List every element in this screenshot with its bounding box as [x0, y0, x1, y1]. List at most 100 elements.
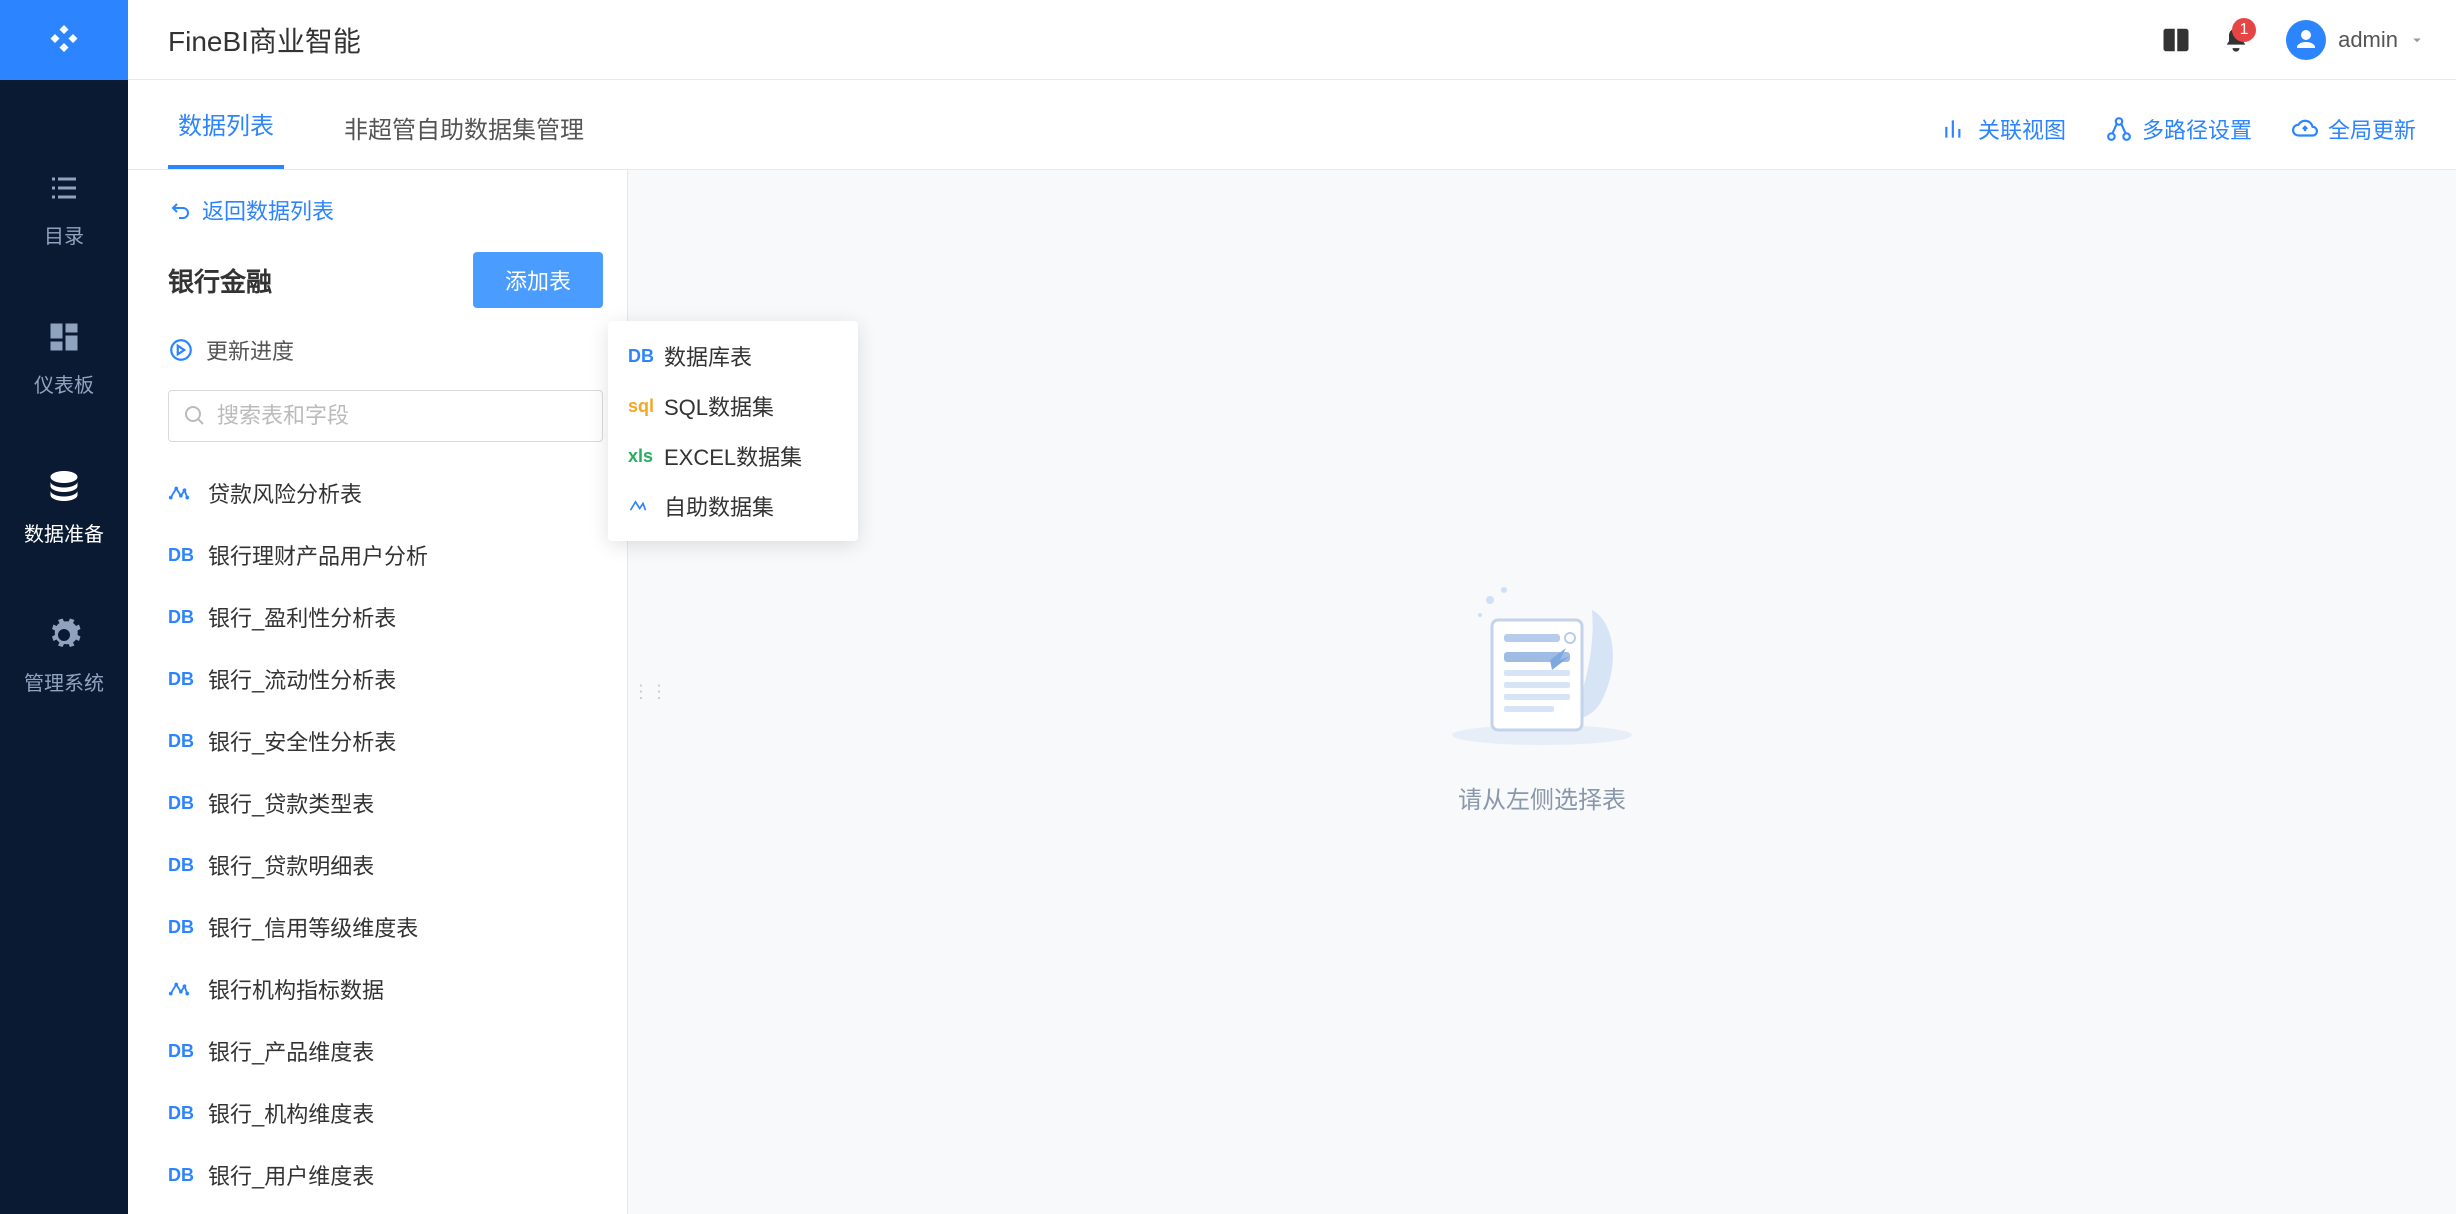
progress-icon: [168, 337, 194, 363]
sidenav-item-data-prep[interactable]: 数据准备: [0, 438, 128, 587]
table-name: 银行_贷款明细表: [208, 849, 374, 881]
table-item[interactable]: 贷款风险分析表: [168, 462, 603, 524]
table-item[interactable]: DB银行_盈利性分析表: [168, 586, 603, 648]
action-relation-view[interactable]: 关联视图: [1942, 113, 2066, 169]
add-table-dropdown: DB数据库表sqlSQL数据集xlsEXCEL数据集自助数据集: [608, 321, 858, 541]
table-item[interactable]: 银行机构指标数据: [168, 958, 603, 1020]
add-menu-item-xls[interactable]: xlsEXCEL数据集: [608, 431, 858, 481]
table-name: 银行_信用等级维度表: [208, 911, 418, 943]
empty-illustration-icon: [1432, 570, 1652, 750]
db-icon: DB: [168, 917, 208, 938]
sidenav-item-admin[interactable]: 管理系统: [0, 587, 128, 736]
table-name: 银行机构指标数据: [208, 973, 384, 1005]
table-item[interactable]: DB银行_信用等级维度表: [168, 896, 603, 958]
sidenav-label: 数据准备: [24, 518, 104, 547]
table-item[interactable]: DB银行_贷款明细表: [168, 834, 603, 896]
tab-data-list[interactable]: 数据列表: [168, 106, 284, 169]
avatar-icon: [2286, 20, 2326, 60]
table-name: 银行_用户维度表: [208, 1159, 374, 1191]
table-name: 贷款风险分析表: [208, 477, 362, 509]
back-link[interactable]: 返回数据列表: [168, 194, 603, 226]
add-menu-item-sql[interactable]: sqlSQL数据集: [608, 381, 858, 431]
action-label: 关联视图: [1978, 113, 2066, 145]
table-name: 银行理财产品用户分析: [208, 539, 428, 571]
table-list: 贷款风险分析表DB银行理财产品用户分析DB银行_盈利性分析表DB银行_流动性分析…: [168, 462, 603, 1214]
db-icon: DB: [168, 731, 208, 752]
db-icon: DB: [168, 669, 208, 690]
back-label: 返回数据列表: [202, 194, 334, 226]
app-title: FineBI商业智能: [168, 20, 361, 60]
table-item[interactable]: DB银行_产品维度表: [168, 1020, 603, 1082]
self-dataset-icon: [168, 482, 208, 504]
search-box[interactable]: [168, 390, 603, 442]
db-icon: DB: [628, 346, 664, 367]
logo-icon: [46, 22, 82, 58]
add-menu-item-db[interactable]: DB数据库表: [608, 331, 858, 381]
preview-panel: ⋮⋮: [628, 170, 2456, 1214]
sidenav-item-directory[interactable]: 目录: [0, 140, 128, 289]
table-item[interactable]: DB银行_安全性分析表: [168, 710, 603, 772]
app-logo[interactable]: [0, 0, 128, 80]
dashboard-icon: [46, 319, 82, 355]
panel-title: 银行金融: [168, 262, 473, 299]
notification-badge: 1: [2232, 18, 2256, 42]
action-multipath-settings[interactable]: 多路径设置: [2106, 113, 2252, 169]
table-list-panel: 返回数据列表 银行金融 添加表 更新进度: [128, 170, 628, 1214]
user-menu[interactable]: admin: [2286, 20, 2426, 60]
db-icon: DB: [168, 545, 208, 566]
action-label: 多路径设置: [2142, 113, 2252, 145]
table-item[interactable]: DB银行_机构维度表: [168, 1082, 603, 1144]
return-icon: [168, 198, 192, 222]
list-icon: [46, 170, 82, 206]
top-bar: FineBI商业智能 1 admin: [0, 0, 2456, 80]
table-name: 银行_产品维度表: [208, 1035, 374, 1067]
search-input[interactable]: [217, 403, 588, 429]
cloud-refresh-icon: [2292, 116, 2318, 142]
panel-resize-handle[interactable]: ⋮⋮: [632, 682, 668, 703]
table-name: 银行_流动性分析表: [208, 663, 396, 695]
database-icon: [46, 468, 82, 504]
action-global-update[interactable]: 全局更新: [2292, 113, 2416, 169]
add-menu-label: EXCEL数据集: [664, 440, 802, 472]
add-menu-label: SQL数据集: [664, 390, 774, 422]
table-item[interactable]: DB银行理财产品用户分析: [168, 524, 603, 586]
add-menu-label: 数据库表: [664, 340, 752, 372]
chevron-down-icon: [2408, 31, 2426, 49]
self-icon: [628, 496, 664, 516]
xls-icon: xls: [628, 446, 664, 467]
db-icon: DB: [168, 1041, 208, 1062]
table-name: 银行_机构维度表: [208, 1097, 374, 1129]
table-name: 银行_贷款类型表: [208, 787, 374, 819]
db-icon: DB: [168, 855, 208, 876]
sidenav-item-dashboard[interactable]: 仪表板: [0, 289, 128, 438]
add-menu-label: 自助数据集: [664, 490, 774, 522]
gear-icon: [46, 617, 82, 653]
db-icon: DB: [168, 1165, 208, 1186]
sidenav-label: 仪表板: [34, 369, 94, 398]
action-label: 全局更新: [2328, 113, 2416, 145]
multipath-icon: [2106, 116, 2132, 142]
tab-non-super-dataset-mgmt[interactable]: 非超管自助数据集管理: [334, 110, 594, 169]
sidenav-label: 目录: [44, 220, 84, 249]
sql-icon: sql: [628, 396, 664, 417]
notification-icon[interactable]: 1: [2206, 0, 2266, 80]
side-nav: 目录 仪表板 数据准备 管理系统: [0, 80, 128, 1214]
user-name: admin: [2338, 27, 2398, 53]
add-table-button[interactable]: 添加表: [473, 252, 603, 308]
sidenav-label: 管理系统: [24, 667, 104, 696]
book-icon[interactable]: [2146, 0, 2206, 80]
add-menu-item-self[interactable]: 自助数据集: [608, 481, 858, 531]
table-name: 银行_盈利性分析表: [208, 601, 396, 633]
table-item[interactable]: DB银行_流动性分析表: [168, 648, 603, 710]
table-item[interactable]: DB银行_用户维度表: [168, 1144, 603, 1206]
search-icon: [183, 404, 207, 428]
self-dataset-icon: [168, 978, 208, 1000]
db-icon: DB: [168, 793, 208, 814]
table-name: 银行_安全性分析表: [208, 725, 396, 757]
progress-label: 更新进度: [206, 334, 294, 366]
update-progress-link[interactable]: 更新进度: [168, 334, 603, 366]
tab-bar: 数据列表 非超管自助数据集管理 关联视图 多路径设置 全局更新: [128, 80, 2456, 170]
empty-state-text: 请从左侧选择表: [1458, 780, 1626, 815]
table-item[interactable]: DB银行_贷款类型表: [168, 772, 603, 834]
db-icon: DB: [168, 1103, 208, 1124]
